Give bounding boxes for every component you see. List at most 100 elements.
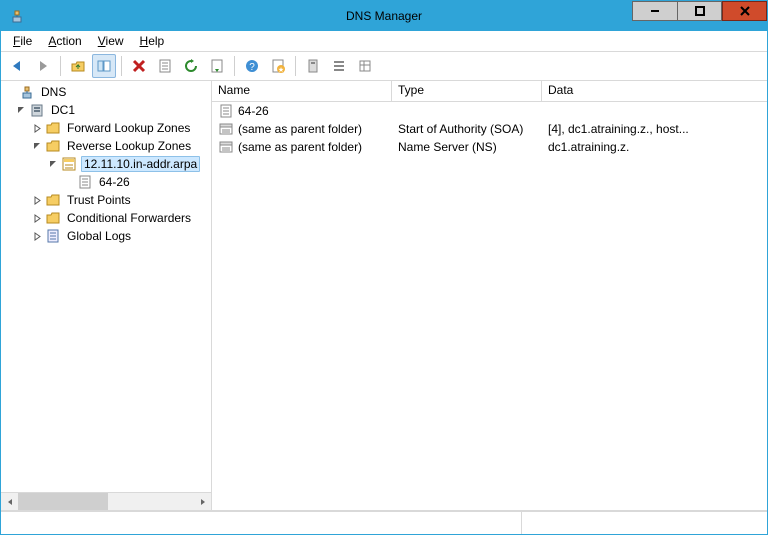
new-container-button[interactable]: ★ [266, 54, 290, 78]
tree-trust-points[interactable]: Trust Points [1, 191, 211, 209]
main-area: DNS DC1 Forward Lookup Zones [1, 81, 767, 511]
svg-text:?: ? [249, 62, 255, 73]
toolbar-separator [60, 56, 61, 76]
export-list-button[interactable] [205, 54, 229, 78]
scroll-track[interactable] [18, 493, 194, 510]
expand-icon[interactable] [31, 194, 43, 206]
scroll-left-button[interactable] [1, 493, 18, 510]
detail-view-button[interactable] [353, 54, 377, 78]
nav-forward-button[interactable] [31, 54, 55, 78]
window-controls [632, 1, 767, 31]
list-row[interactable]: 64-26 [212, 102, 767, 120]
tree-sub-node[interactable]: 64-26 [1, 173, 211, 191]
tree-panel: DNS DC1 Forward Lookup Zones [1, 81, 212, 510]
folder-icon [45, 192, 61, 208]
dns-root-icon [19, 84, 35, 100]
cell-name: 64-26 [212, 103, 392, 119]
list-header: Name Type Data [212, 81, 767, 102]
cell-name-text: (same as parent folder) [238, 140, 362, 154]
close-button[interactable] [722, 1, 767, 21]
expand-icon[interactable] [31, 212, 43, 224]
toolbar-separator [121, 56, 122, 76]
tree-reverse-lookup-zones[interactable]: Reverse Lookup Zones [1, 137, 211, 155]
list-view-button[interactable] [327, 54, 351, 78]
scroll-right-button[interactable] [194, 493, 211, 510]
refresh-button[interactable] [179, 54, 203, 78]
menubar: File Action View Help [1, 31, 767, 52]
tree-label: DNS [39, 85, 68, 99]
column-header-name[interactable]: Name [212, 81, 392, 101]
server-icon [29, 102, 45, 118]
properties-button[interactable] [153, 54, 177, 78]
file-icon [77, 174, 93, 190]
tree-server-dc1[interactable]: DC1 [1, 101, 211, 119]
tree-label: 64-26 [97, 175, 132, 189]
folder-icon [45, 138, 61, 154]
tree-label: Reverse Lookup Zones [65, 139, 193, 153]
toolbar: ? ★ [1, 52, 767, 81]
column-header-data[interactable]: Data [542, 81, 762, 101]
tree-hscrollbar[interactable] [1, 492, 211, 510]
list-body[interactable]: 64-26 (same as parent folder) Start of Aut… [212, 102, 767, 510]
tree-label: 12.11.10.in-addr.arpa [81, 156, 200, 172]
tree-label: DC1 [49, 103, 77, 117]
tree-label: Forward Lookup Zones [65, 121, 192, 135]
expand-icon[interactable] [31, 230, 43, 242]
list-panel: Name Type Data 64-26 (same as parent fold… [212, 81, 767, 510]
delete-button[interactable] [127, 54, 151, 78]
toolbar-separator [234, 56, 235, 76]
tree-zone-selected[interactable]: 12.11.10.in-addr.arpa [1, 155, 211, 173]
status-pane [1, 512, 522, 534]
list-row[interactable]: (same as parent folder) Start of Authorit… [212, 120, 767, 138]
log-icon [45, 228, 61, 244]
list-row[interactable]: (same as parent folder) Name Server (NS)d… [212, 138, 767, 156]
file-icon [218, 103, 234, 119]
cell-name: (same as parent folder) [212, 121, 392, 137]
tree-label: Conditional Forwarders [65, 211, 193, 225]
blank-exp [63, 176, 75, 188]
scroll-thumb[interactable] [18, 493, 108, 510]
minimize-button[interactable] [632, 1, 677, 21]
tree-global-logs[interactable]: Global Logs [1, 227, 211, 245]
tree-root-dns[interactable]: DNS [1, 83, 211, 101]
status-pane [522, 512, 767, 534]
cell-type: Start of Authority (SOA) [392, 122, 542, 136]
cell-name: (same as parent folder) [212, 139, 392, 155]
menu-view[interactable]: View [92, 33, 130, 49]
cell-type: Name Server (NS) [392, 140, 542, 154]
cell-name-text: (same as parent folder) [238, 122, 362, 136]
up-folder-button[interactable] [66, 54, 90, 78]
toolbar-separator [295, 56, 296, 76]
blank-exp [5, 86, 17, 98]
record-icon [218, 121, 234, 137]
zone-icon [61, 156, 77, 172]
folder-icon [45, 120, 61, 136]
cell-data: [4], dc1.atraining.z., host... [542, 122, 762, 136]
record-icon [218, 139, 234, 155]
statusbar [1, 511, 767, 534]
help-button[interactable]: ? [240, 54, 264, 78]
menu-file[interactable]: File [7, 33, 38, 49]
tree-forward-lookup-zones[interactable]: Forward Lookup Zones [1, 119, 211, 137]
tree-view[interactable]: DNS DC1 Forward Lookup Zones [1, 81, 211, 492]
app-icon [7, 6, 27, 26]
titlebar: DNS Manager [1, 1, 767, 31]
app-window: DNS Manager File Action View Help [0, 0, 768, 535]
cell-data: dc1.atraining.z. [542, 140, 762, 154]
tree-label: Global Logs [65, 229, 133, 243]
tree-conditional-forwarders[interactable]: Conditional Forwarders [1, 209, 211, 227]
show-tree-button[interactable] [92, 54, 116, 78]
folder-icon [45, 210, 61, 226]
menu-action[interactable]: Action [42, 33, 87, 49]
menu-help[interactable]: Help [134, 33, 171, 49]
filter-button[interactable] [301, 54, 325, 78]
column-header-type[interactable]: Type [392, 81, 542, 101]
collapse-icon[interactable] [15, 104, 27, 116]
collapse-icon[interactable] [47, 158, 59, 170]
nav-back-button[interactable] [5, 54, 29, 78]
cell-name-text: 64-26 [238, 104, 269, 118]
expand-icon[interactable] [31, 122, 43, 134]
maximize-button[interactable] [677, 1, 722, 21]
tree-label: Trust Points [65, 193, 133, 207]
collapse-icon[interactable] [31, 140, 43, 152]
